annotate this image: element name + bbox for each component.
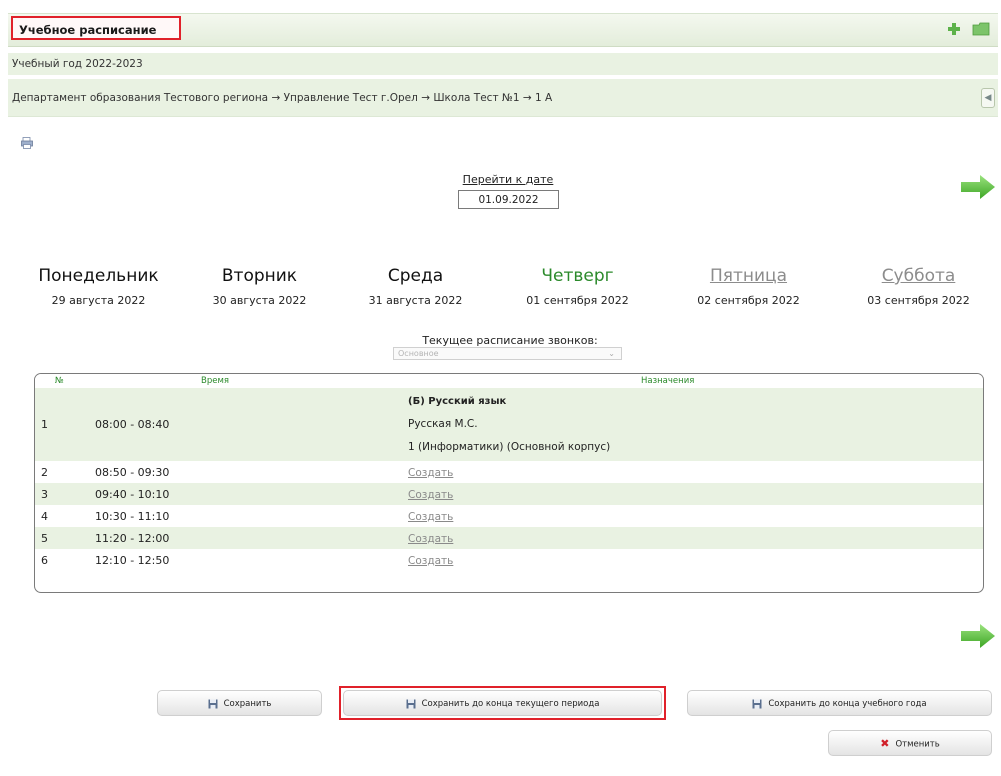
row-num: 3	[35, 483, 55, 505]
row-num: 2	[35, 461, 55, 483]
day-date: 29 августа 2022	[51, 294, 146, 307]
create-link[interactable]: Создать	[408, 489, 453, 501]
save-year-button[interactable]: Сохранить до конца учебного года	[687, 690, 992, 716]
lesson-teacher: Русская М.С.	[408, 418, 478, 430]
day-date: 02 сентября 2022	[697, 294, 800, 307]
day-date: 03 сентября 2022	[867, 294, 970, 307]
row-time: 11:20 - 12:00	[55, 527, 408, 549]
table-row: 5 11:20 - 12:00 Создать	[35, 527, 983, 549]
day-date: 31 августа 2022	[368, 294, 463, 307]
row-time: 08:00 - 08:40	[55, 388, 408, 461]
create-link[interactable]: Создать	[408, 467, 453, 479]
day-friday[interactable]: Пятница 02 сентября 2022	[676, 266, 821, 310]
table-row: 1 08:00 - 08:40 (Б) Русский язык Русская…	[35, 388, 983, 461]
lesson-subject: (Б) Русский язык	[408, 396, 507, 407]
folder-icon[interactable]	[972, 22, 990, 36]
add-icon[interactable]	[947, 22, 961, 36]
chevron-down-icon: ⌄	[608, 349, 615, 358]
row-num: 6	[35, 549, 55, 571]
collapse-button[interactable]: ◀	[981, 88, 995, 108]
close-icon: ✖	[880, 737, 890, 750]
save-period-label: Сохранить до конца текущего периода	[421, 699, 600, 709]
cancel-button[interactable]: ✖ Отменить	[828, 730, 992, 756]
save-period-button[interactable]: Сохранить до конца текущего периода	[343, 690, 662, 716]
create-link[interactable]: Создать	[408, 555, 453, 567]
bells-select[interactable]: Основное ⌄	[393, 347, 622, 360]
schedule-table: № Время Назначения 1 08:00 - 08:40 (Б) Р…	[34, 373, 984, 593]
day-name: Вторник	[221, 266, 298, 286]
lesson-cell[interactable]: (Б) Русский язык Русская М.С. 1 (Информа…	[408, 388, 983, 461]
cancel-label: Отменить	[895, 739, 940, 750]
day-monday[interactable]: Понедельник 29 августа 2022	[26, 266, 171, 310]
next-week-arrow-icon[interactable]	[960, 174, 996, 200]
row-time: 12:10 - 12:50	[55, 549, 408, 571]
goto-date-label: Перейти к дате	[462, 173, 554, 186]
page-title: Учебное расписание	[11, 16, 181, 40]
day-saturday[interactable]: Суббота 03 сентября 2022	[846, 266, 991, 310]
row-num: 1	[35, 388, 55, 461]
day-tuesday[interactable]: Вторник 30 августа 2022	[187, 266, 332, 310]
day-name: Пятница	[709, 266, 788, 286]
day-name: Среда	[387, 266, 444, 286]
row-num: 4	[35, 505, 55, 527]
create-link[interactable]: Создать	[408, 533, 453, 545]
table-header-row: № Время Назначения	[35, 374, 983, 388]
table-row: 3 09:40 - 10:10 Создать	[35, 483, 983, 505]
header-num: №	[35, 374, 201, 388]
row-num: 5	[35, 527, 55, 549]
header-time: Время	[201, 374, 373, 388]
day-name: Четверг	[541, 266, 614, 286]
day-wednesday[interactable]: Среда 31 августа 2022	[343, 266, 488, 310]
save-year-label: Сохранить до конца учебного года	[768, 699, 927, 709]
breadcrumb: Департамент образования Тестового регион…	[8, 79, 998, 117]
day-thursday[interactable]: Четверг 01 сентября 2022	[505, 266, 650, 310]
school-year: Учебный год 2022-2023	[8, 53, 998, 75]
day-name: Понедельник	[38, 266, 159, 286]
floppy-icon	[752, 699, 762, 708]
lesson-room: 1 (Информатики) (Основной корпус)	[408, 441, 611, 453]
create-link[interactable]: Создать	[408, 511, 453, 523]
chevron-left-icon: ◀	[984, 93, 992, 103]
bells-selected-value: Основное	[398, 349, 439, 358]
header-assignments: Назначения	[373, 374, 983, 388]
day-name: Суббота	[881, 266, 956, 286]
print-icon[interactable]	[21, 137, 33, 149]
floppy-icon	[406, 699, 416, 708]
day-date: 01 сентября 2022	[526, 294, 629, 307]
row-time: 10:30 - 11:10	[55, 505, 408, 527]
floppy-icon	[208, 699, 218, 708]
table-row: 4 10:30 - 11:10 Создать	[35, 505, 983, 527]
save-label: Сохранить	[223, 699, 272, 709]
day-date: 30 августа 2022	[212, 294, 307, 307]
table-row: 2 08:50 - 09:30 Создать	[35, 461, 983, 483]
row-time: 08:50 - 09:30	[55, 461, 408, 483]
bells-label: Текущее расписание звонков:	[422, 334, 598, 347]
next-week-arrow-icon[interactable]	[960, 623, 996, 649]
row-time: 09:40 - 10:10	[55, 483, 408, 505]
save-button[interactable]: Сохранить	[157, 690, 322, 716]
table-row: 6 12:10 - 12:50 Создать	[35, 549, 983, 571]
goto-date-input[interactable]	[458, 190, 559, 209]
